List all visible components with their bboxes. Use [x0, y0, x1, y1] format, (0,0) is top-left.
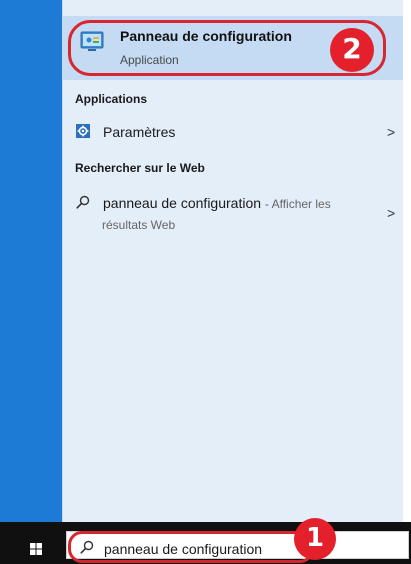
callout-number-2: 2: [342, 32, 362, 65]
windows-logo-icon[interactable]: [30, 543, 42, 555]
chevron-right-icon: >: [387, 124, 396, 140]
web-result-text: panneau de configuration - Afficher les: [103, 195, 331, 211]
search-icon: [76, 195, 90, 209]
applications-header: Applications: [75, 92, 148, 106]
gear-icon: [76, 124, 90, 138]
web-result-suffix: - Afficher les: [264, 197, 331, 211]
start-menu-screenshot: Panneau de configuration Application App…: [0, 0, 411, 564]
highlight-ring-search-box: [68, 531, 314, 563]
web-result-query: panneau de configuration: [103, 195, 262, 211]
web-result-suffix-line2: résultats Web: [102, 218, 176, 232]
web-search-header: Rechercher sur le Web: [75, 161, 205, 175]
app-result-label: Paramètres: [103, 124, 176, 140]
callout-number-1: 1: [305, 523, 325, 553]
start-menu-rail: [0, 0, 62, 522]
chevron-right-icon: >: [387, 205, 396, 221]
